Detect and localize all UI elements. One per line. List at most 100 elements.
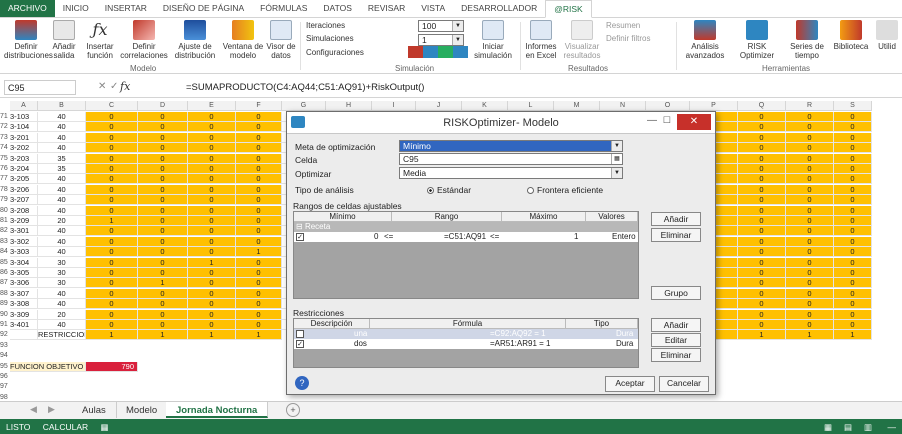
cell[interactable]: 0 <box>188 216 236 226</box>
cell[interactable]: 0 <box>188 226 236 237</box>
cell[interactable]: 0 <box>834 164 872 174</box>
row-header[interactable]: 91 <box>0 320 10 330</box>
cell[interactable]: 0 <box>834 268 872 278</box>
column-header[interactable]: B <box>38 101 86 111</box>
cell[interactable]: 0 <box>786 247 834 258</box>
cell[interactable]: 3-104 <box>10 122 38 133</box>
cell[interactable]: 0 <box>738 309 786 320</box>
cell[interactable]: 0 <box>236 164 282 174</box>
definir-correlaciones-button[interactable]: Definir correlaciones <box>120 20 168 60</box>
cell[interactable]: 1 <box>188 257 236 268</box>
fx-icon[interactable]: fx <box>120 80 130 93</box>
cell[interactable]: 0 <box>138 288 188 299</box>
editar-restriccion-button[interactable]: Editar <box>651 333 701 347</box>
celda-input[interactable]: C95 ▦ <box>399 153 623 165</box>
column-header[interactable]: R <box>786 101 834 111</box>
objetivo-cell[interactable]: 790 <box>86 361 138 372</box>
row-header[interactable]: 95 <box>0 362 10 372</box>
cell[interactable]: 0 <box>86 299 138 310</box>
cell[interactable]: 0 <box>786 195 834 206</box>
cell[interactable]: 0 <box>86 257 138 268</box>
cell[interactable]: 0 <box>786 236 834 247</box>
cell[interactable]: 0 <box>236 122 282 133</box>
cell[interactable]: 0 <box>188 268 236 278</box>
row-header[interactable]: 87 <box>0 278 10 288</box>
cell[interactable]: 0 <box>138 216 188 226</box>
visualizar-button[interactable]: Visualizar resultados <box>562 20 602 60</box>
tab-revisar[interactable]: REVISAR <box>360 0 413 17</box>
row-header[interactable]: 90 <box>0 310 10 320</box>
cell[interactable]: 0 <box>86 122 138 133</box>
cell[interactable]: 0 <box>834 320 872 330</box>
cell[interactable]: 0 <box>786 226 834 237</box>
cell[interactable]: 0 <box>236 226 282 237</box>
cell[interactable]: 35 <box>38 153 86 164</box>
anadir-salida-button[interactable]: Añadir salida <box>50 20 78 60</box>
row-header[interactable]: 75 <box>0 154 10 164</box>
definir-filtros-button[interactable]: Definir filtros <box>606 34 650 43</box>
definir-distribuciones-button[interactable]: Definir distribuciones <box>4 20 53 60</box>
cell[interactable]: 40 <box>38 143 86 154</box>
cell[interactable]: 0 <box>236 153 282 164</box>
cell[interactable]: 0 <box>738 236 786 247</box>
name-box[interactable]: C95 <box>4 80 76 95</box>
column-header[interactable]: G <box>282 101 326 111</box>
cell[interactable]: 40 <box>38 205 86 216</box>
cell[interactable]: 0 <box>188 299 236 310</box>
cell[interactable]: 0 <box>786 174 834 185</box>
cell[interactable]: 35 <box>38 164 86 174</box>
cell[interactable]: 0 <box>138 112 188 122</box>
cell[interactable]: 0 <box>786 132 834 143</box>
cell[interactable]: 0 <box>786 164 834 174</box>
cell[interactable]: 0 <box>834 278 872 289</box>
cell[interactable]: 1 <box>188 330 236 341</box>
column-header[interactable]: E <box>188 101 236 111</box>
cell[interactable]: 40 <box>38 247 86 258</box>
cell[interactable]: 3-201 <box>10 132 38 143</box>
cell[interactable]: 0 <box>188 153 236 164</box>
cell[interactable]: 0 <box>86 184 138 195</box>
iteraciones-combo[interactable]: 100 ▼ <box>418 20 464 32</box>
column-header[interactable]: K <box>462 101 508 111</box>
cell[interactable]: 0 <box>138 226 188 237</box>
sheet-tab-jornada[interactable]: Jornada Nocturna <box>166 402 269 418</box>
row-header[interactable]: 78 <box>0 185 10 195</box>
prev-sheet-icon[interactable]: ◀ <box>30 404 37 415</box>
cell[interactable]: 0 <box>834 247 872 258</box>
row-header[interactable]: 72 <box>0 122 10 132</box>
cell[interactable]: 40 <box>38 132 86 143</box>
checkbox-checked-icon[interactable]: ✓ <box>296 340 304 348</box>
table-row[interactable]: ✓ 0 <= =C51:AQ91 <= 1 Entero <box>294 232 638 242</box>
cell[interactable]: 3-309 <box>10 309 38 320</box>
cell[interactable]: 0 <box>786 216 834 226</box>
cell[interactable]: 1 <box>236 330 282 341</box>
cell[interactable]: 40 <box>38 288 86 299</box>
cell[interactable]: 3-208 <box>10 205 38 216</box>
cell[interactable]: 0 <box>138 268 188 278</box>
checkbox-checked-icon[interactable]: ✓ <box>296 233 304 241</box>
cell[interactable]: 0 <box>138 174 188 185</box>
restricciones-table[interactable]: Descripción Fórmula Tipo ✓ una =C92:AQ92… <box>293 318 639 368</box>
cell[interactable]: 0 <box>86 164 138 174</box>
cell[interactable]: 0 <box>738 320 786 330</box>
cell[interactable]: 30 <box>38 268 86 278</box>
group-row-receta[interactable]: ⊟ Receta <box>294 222 638 232</box>
radio-frontera[interactable]: Frontera eficiente <box>527 185 603 195</box>
cell[interactable]: 0 <box>138 143 188 154</box>
cell[interactable]: 0 <box>86 205 138 216</box>
cell[interactable]: 0 <box>188 195 236 206</box>
tab-archivo[interactable]: ARCHIVO <box>0 0 55 17</box>
cell[interactable]: 0 <box>86 278 138 289</box>
cell[interactable]: 30 <box>38 278 86 289</box>
cell[interactable]: 0 <box>138 320 188 330</box>
cell[interactable]: 1 <box>138 330 188 341</box>
cell[interactable]: 0 <box>786 268 834 278</box>
visor-datos-button[interactable]: Visor de datos <box>266 20 296 60</box>
cell[interactable]: 0 <box>738 216 786 226</box>
cell[interactable]: 0 <box>786 288 834 299</box>
cell[interactable]: 3-204 <box>10 164 38 174</box>
cell[interactable]: 0 <box>738 205 786 216</box>
cell[interactable]: 0 <box>86 174 138 185</box>
table-row[interactable]: ✓ una =C92:AQ92 = 1 Dura <box>294 329 638 339</box>
cell[interactable]: 0 <box>188 278 236 289</box>
